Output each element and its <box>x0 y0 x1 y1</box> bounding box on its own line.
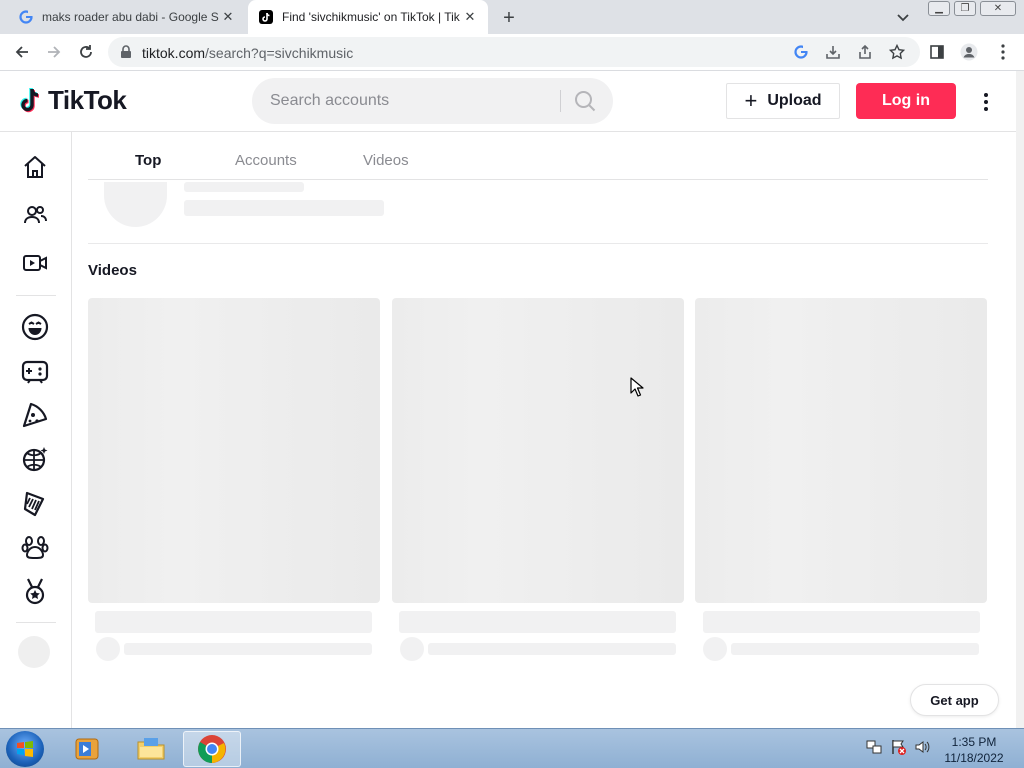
videos-section-title: Videos <box>88 262 137 279</box>
forward-arrow-icon[interactable] <box>44 42 64 62</box>
install-app-icon[interactable] <box>825 44 841 60</box>
logo-wordmark: TikTok <box>48 85 127 115</box>
taskbar-clock[interactable]: 1:35 PM 11/18/2022 <box>936 734 1012 766</box>
sidebar-divider <box>16 295 56 296</box>
animals-icon[interactable] <box>20 532 50 562</box>
tab-search-chevron-icon[interactable] <box>896 9 914 25</box>
search-result-tabs: Top Accounts Videos <box>88 140 988 180</box>
sidebar-avatar-placeholder <box>18 636 50 668</box>
search-bar <box>252 78 613 124</box>
search-icon[interactable] <box>572 89 598 113</box>
start-button-windows-icon[interactable] <box>6 731 44 767</box>
video-author-avatar-skeleton <box>96 637 120 661</box>
video-card-skeleton <box>695 298 987 603</box>
clock-date: 11/18/2022 <box>944 751 1004 765</box>
upload-button[interactable]: + Upload <box>726 83 840 119</box>
tray-network-icon[interactable] <box>866 739 882 755</box>
account-name-skeleton <box>184 182 304 192</box>
tiktok-logo[interactable]: TikTok <box>20 85 127 116</box>
browser-toolbar: tiktok.com/search?q=sivchikmusic <box>0 34 1024 71</box>
video-author-avatar-skeleton <box>400 637 424 661</box>
sports-icon[interactable] <box>20 576 50 606</box>
get-app-button[interactable]: Get app <box>910 684 999 716</box>
account-avatar-skeleton <box>104 182 167 227</box>
lock-icon[interactable] <box>120 45 132 64</box>
video-author-skeleton <box>428 643 676 655</box>
page-scrollbar-track[interactable] <box>1016 71 1024 728</box>
video-title-skeleton <box>399 611 676 633</box>
sidebar-divider <box>16 622 56 623</box>
side-panel-icon[interactable] <box>928 43 946 61</box>
close-tab-icon[interactable]: ✕ <box>462 9 478 25</box>
account-desc-skeleton <box>184 200 384 216</box>
taskbar-file-explorer-icon[interactable] <box>122 731 180 767</box>
share-icon[interactable] <box>857 44 873 60</box>
close-tab-icon[interactable]: ✕ <box>220 9 236 25</box>
search-divider <box>560 90 561 112</box>
google-lens-icon[interactable] <box>793 44 809 60</box>
dance-icon[interactable] <box>20 444 50 474</box>
taskbar-chrome-icon[interactable] <box>183 731 241 767</box>
tab-top[interactable]: Top <box>135 152 161 169</box>
video-title-skeleton <box>95 611 372 633</box>
google-favicon-icon <box>18 9 34 25</box>
bookmark-star-icon[interactable] <box>889 44 905 60</box>
comedy-icon[interactable] <box>20 312 50 342</box>
tray-action-center-flag-icon[interactable] <box>890 739 906 755</box>
section-divider <box>88 243 988 244</box>
back-arrow-icon[interactable] <box>12 42 32 62</box>
gaming-icon[interactable] <box>20 356 50 386</box>
new-tab-button[interactable]: + <box>498 7 520 29</box>
sidebar <box>0 132 72 728</box>
video-author-skeleton <box>124 643 372 655</box>
url-path: /search?q=sivchikmusic <box>205 45 354 61</box>
address-bar[interactable]: tiktok.com/search?q=sivchikmusic <box>108 37 920 67</box>
profile-avatar-icon[interactable] <box>960 43 978 61</box>
browser-tab-tiktok[interactable]: Find 'sivchikmusic' on TikTok | Tik ✕ <box>248 0 488 34</box>
minimize-window-icon[interactable]: ▁ <box>928 1 950 16</box>
tray-volume-icon[interactable] <box>914 739 930 755</box>
restore-window-icon[interactable]: ❐ <box>954 1 976 16</box>
browser-tab-google[interactable]: maks roader abu dabi - Google S ✕ <box>8 0 246 34</box>
video-author-skeleton <box>731 643 979 655</box>
tiktok-favicon-icon <box>258 9 274 25</box>
food-icon[interactable] <box>20 400 50 430</box>
tab-videos[interactable]: Videos <box>363 152 409 169</box>
more-options-icon[interactable] <box>976 91 996 113</box>
beauty-icon[interactable] <box>20 488 50 518</box>
tab-accounts[interactable]: Accounts <box>235 152 297 169</box>
tiktok-header: TikTok + Upload Log in <box>0 71 1016 132</box>
mouse-cursor-icon <box>630 377 644 402</box>
reload-icon[interactable] <box>76 42 96 62</box>
browser-tab-title: maks roader abu dabi - Google S <box>42 10 219 24</box>
clock-time: 1:35 PM <box>951 735 997 749</box>
video-card-skeleton <box>392 298 684 603</box>
close-window-icon[interactable]: ✕ <box>980 1 1016 16</box>
url-host: tiktok.com <box>142 45 206 61</box>
browser-tab-strip: maks roader abu dabi - Google S ✕ Find '… <box>0 0 1024 34</box>
tiktok-note-icon <box>20 87 40 112</box>
search-input[interactable] <box>268 78 548 124</box>
video-title-skeleton <box>703 611 980 633</box>
video-card-skeleton <box>88 298 380 603</box>
live-icon[interactable] <box>20 248 50 278</box>
windows-taskbar: 1:35 PM 11/18/2022 <box>0 728 1024 768</box>
upload-label: Upload <box>767 92 822 109</box>
taskbar-media-player-icon[interactable] <box>58 731 116 767</box>
plus-icon: + <box>744 88 758 113</box>
login-button[interactable]: Log in <box>856 83 956 119</box>
browser-menu-icon[interactable] <box>994 43 1012 61</box>
browser-tab-title: Find 'sivchikmusic' on TikTok | Tik <box>282 10 460 24</box>
home-icon[interactable] <box>20 152 50 182</box>
url-text: tiktok.com/search?q=sivchikmusic <box>142 45 353 61</box>
video-author-avatar-skeleton <box>703 637 727 661</box>
following-icon[interactable] <box>20 200 50 230</box>
